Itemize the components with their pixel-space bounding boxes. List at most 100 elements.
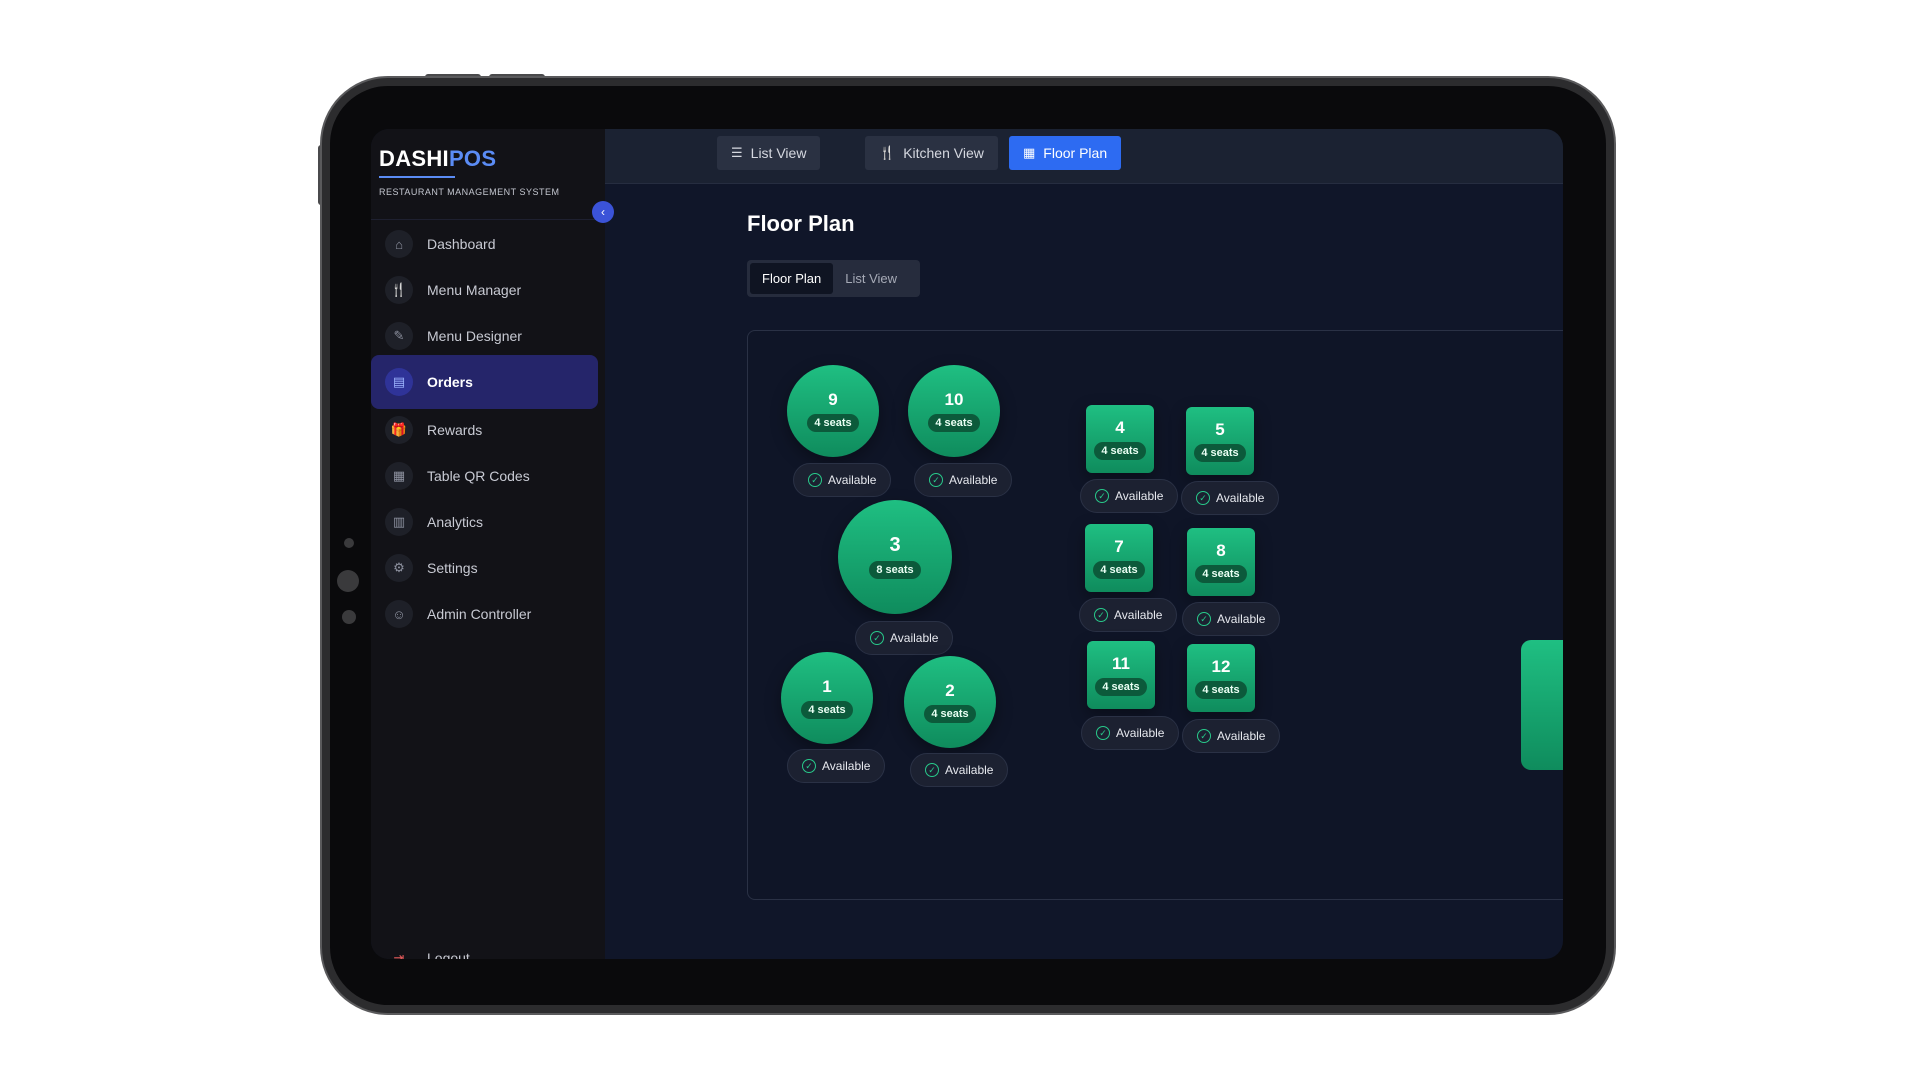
status-label: Available — [1216, 491, 1265, 505]
sidebar-item-label: Logout — [427, 950, 470, 959]
table-12[interactable]: 12 4 seats — [1187, 644, 1255, 712]
status-label: Available — [1116, 726, 1165, 740]
table-number: 5 — [1215, 419, 1225, 439]
grid-icon: ▦ — [1023, 145, 1036, 160]
table-status-badge: ✓ Available — [793, 463, 892, 497]
sidebar-item-label: Table QR Codes — [427, 468, 530, 484]
table-seats-badge: 8 seats — [869, 561, 921, 579]
sidebar-item-label: Admin Controller — [427, 606, 532, 622]
table-status-badge: ✓ Available — [910, 753, 1009, 787]
sidebar-item-logout[interactable]: ⇥ Logout — [371, 931, 598, 959]
sidebar-item-label: Dashboard — [427, 236, 496, 252]
brand-tagline: RESTAURANT MANAGEMENT SYSTEM — [379, 187, 560, 197]
check-circle-icon: ✓ — [802, 759, 816, 773]
app-screen: DASHIPOS RESTAURANT MANAGEMENT SYSTEM ⌂ D… — [371, 129, 1563, 959]
chevron-left-icon: ‹ — [601, 205, 605, 219]
status-label: Available — [1115, 489, 1164, 503]
table-seats-badge: 4 seats — [1094, 441, 1146, 460]
table-number: 11 — [1112, 653, 1130, 673]
brand-name-part1: DASHI — [379, 146, 449, 171]
table-status-badge: ✓ Available — [914, 463, 1013, 497]
table-seats-badge: 4 seats — [1195, 680, 1247, 699]
check-circle-icon: ✓ — [1197, 612, 1211, 626]
bar-chart-icon: ▥ — [385, 508, 413, 536]
utensils-icon: 🍴 — [879, 145, 896, 160]
brand-name-part2: POS — [448, 146, 497, 171]
table-status-badge: ✓ Available — [1079, 598, 1178, 632]
check-circle-icon: ✓ — [1094, 608, 1108, 622]
gear-icon: ⚙ — [385, 554, 413, 582]
table-seats-badge: 4 seats — [1194, 443, 1246, 462]
status-label: Available — [828, 473, 877, 487]
sidebar-item-label: Orders — [427, 374, 473, 390]
table-seats-badge: 4 seats — [1095, 677, 1147, 696]
check-circle-icon: ✓ — [1095, 489, 1109, 503]
tablet-camera-dot — [344, 538, 354, 548]
tab-kitchen-view[interactable]: 🍴 Kitchen View — [865, 136, 998, 170]
table-number: 9 — [828, 389, 838, 409]
home-icon: ⌂ — [385, 230, 413, 258]
table-status-badge: ✓ Available — [1080, 479, 1179, 513]
table-number: 2 — [945, 680, 955, 700]
table-3[interactable]: 3 8 seats — [838, 500, 952, 614]
table-number: 10 — [944, 389, 964, 409]
check-circle-icon: ✓ — [1196, 491, 1210, 505]
sidebar-item-label: Menu Designer — [427, 328, 522, 344]
check-circle-icon: ✓ — [1096, 726, 1110, 740]
tab-list-view[interactable]: ☰ List View — [717, 136, 821, 170]
table-status-badge: ✓ Available — [1181, 481, 1280, 515]
view-switcher-bar: ☰ List View 🍴 Kitchen View ▦ Floor Plan — [605, 129, 1563, 184]
table-4[interactable]: 4 4 seats — [1086, 405, 1154, 473]
table-number: 4 — [1115, 417, 1125, 437]
utensils-icon: 🍴 — [385, 276, 413, 304]
table-seats-badge: 4 seats — [928, 413, 980, 432]
sidebar-item-label: Analytics — [427, 514, 484, 530]
table-status-badge: ✓ Available — [855, 621, 954, 655]
table-seats-badge: 4 seats — [807, 413, 859, 432]
table-5[interactable]: 5 4 seats — [1186, 407, 1254, 475]
table-partial-offscreen[interactable] — [1521, 640, 1563, 770]
sidebar-item-orders[interactable]: ▤ Orders — [371, 355, 598, 409]
gift-icon: 🎁 — [385, 416, 413, 444]
check-circle-icon: ✓ — [1197, 729, 1211, 743]
check-circle-icon: ✓ — [870, 631, 884, 645]
table-status-badge: ✓ Available — [1081, 716, 1180, 750]
table-1[interactable]: 1 4 seats — [781, 652, 873, 744]
sidebar: DASHIPOS RESTAURANT MANAGEMENT SYSTEM ⌂ D… — [371, 129, 605, 959]
sidebar-item-admin-controller[interactable]: ☺ Admin Controller — [371, 587, 598, 641]
list-icon: ☰ — [731, 145, 743, 160]
status-label: Available — [945, 763, 994, 777]
sidebar-collapse-button[interactable]: ‹ — [592, 201, 614, 223]
qr-code-icon: ▦ — [385, 462, 413, 490]
status-label: Available — [890, 631, 939, 645]
table-11[interactable]: 11 4 seats — [1087, 641, 1155, 709]
tab-floor-plan[interactable]: ▦ Floor Plan — [1009, 136, 1122, 170]
brand-underline — [379, 176, 455, 178]
sidebar-item-label: Menu Manager — [427, 282, 522, 298]
table-number: 8 — [1216, 540, 1226, 560]
clipboard-icon: ▤ — [385, 368, 413, 396]
logout-icon: ⇥ — [393, 950, 405, 959]
table-number: 12 — [1211, 656, 1231, 676]
table-status-badge: ✓ Available — [1182, 602, 1281, 636]
table-8[interactable]: 8 4 seats — [1187, 528, 1255, 596]
segment-list-view[interactable]: List View — [833, 263, 909, 294]
table-7[interactable]: 7 4 seats — [1085, 524, 1153, 592]
check-circle-icon: ✓ — [929, 473, 943, 487]
table-2[interactable]: 2 4 seats — [904, 656, 996, 748]
segment-floor-plan[interactable]: Floor Plan — [750, 263, 834, 294]
table-seats-badge: 4 seats — [1195, 564, 1247, 583]
table-status-badge: ✓ Available — [787, 749, 886, 783]
brand-logo: DASHIPOS — [379, 146, 496, 172]
tablet-camera — [337, 570, 359, 592]
tab-label: List View — [750, 145, 807, 161]
table-9[interactable]: 9 4 seats — [787, 365, 879, 457]
table-number: 3 — [889, 534, 901, 556]
check-circle-icon: ✓ — [808, 473, 822, 487]
user-cog-icon: ☺ — [385, 600, 413, 628]
pencil-icon: ✎ — [385, 322, 413, 350]
table-10[interactable]: 10 4 seats — [908, 365, 1000, 457]
check-circle-icon: ✓ — [925, 763, 939, 777]
table-number: 1 — [822, 676, 832, 696]
tab-label: Floor Plan — [1043, 145, 1108, 161]
